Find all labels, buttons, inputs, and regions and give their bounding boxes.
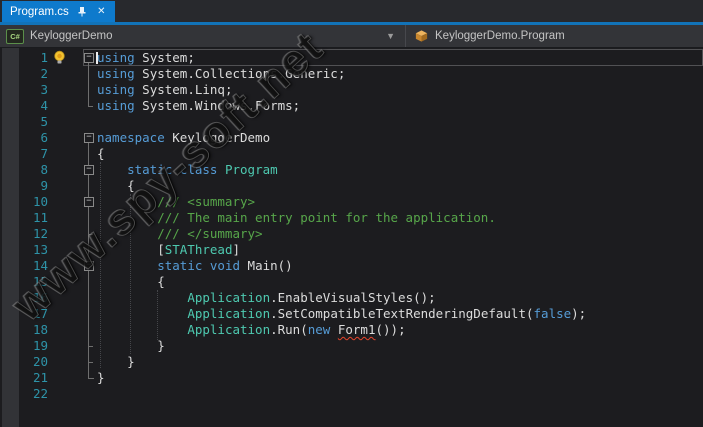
line-number: 18 (0, 322, 48, 338)
code-text: { (97, 178, 135, 194)
code-line[interactable]: 9 { (0, 178, 703, 194)
project-dropdown[interactable]: C# KeyloggerDemo ▼ (0, 25, 406, 47)
code-line[interactable]: 16 Application.EnableVisualStyles(); (0, 290, 703, 306)
editor[interactable]: 1 using System; 2 using System.Collections.… (0, 48, 703, 427)
tab-program-cs[interactable]: Program.cs ✕ (2, 1, 115, 22)
outline-line (88, 62, 89, 106)
tab-strip: Program.cs ✕ (0, 0, 703, 22)
text-caret (96, 52, 98, 64)
code-text: using System.Windows.Forms; (97, 98, 300, 114)
line-number: 9 (0, 178, 48, 194)
code-text: } (97, 354, 135, 370)
line-number: 15 (0, 274, 48, 290)
code-text: /// <summary> (97, 194, 255, 210)
vs-editor-window: Program.cs ✕ C# KeyloggerDemo ▼ (0, 0, 703, 427)
code-text: namespace KeyloggerDemo (97, 130, 270, 146)
line-number: 14 (0, 258, 48, 274)
code-text: static void Main() (97, 258, 293, 274)
outline-bend (88, 234, 93, 235)
line-number: 5 (0, 114, 48, 130)
code-text: /// </summary> (97, 226, 263, 242)
code-line[interactable]: 12 /// </summary> (0, 226, 703, 242)
chevron-down-icon[interactable]: ▼ (386, 31, 395, 41)
line-number: 19 (0, 338, 48, 354)
code-text: using System; (97, 50, 195, 66)
code-line[interactable]: 5 (0, 114, 703, 130)
code-text: using System.Linq; (97, 82, 232, 98)
collapse-toggle[interactable]: − (84, 53, 94, 63)
csharp-project-icon: C# (6, 29, 24, 44)
code-text: /// The main entry point for the applica… (97, 210, 496, 226)
code-rows: 1 using System; 2 using System.Collections.… (0, 50, 703, 402)
lightbulb-icon[interactable] (52, 50, 67, 70)
code-line[interactable]: 6 namespace KeyloggerDemo (0, 130, 703, 146)
line-number: 20 (0, 354, 48, 370)
line-number: 22 (0, 386, 48, 402)
line-number: 12 (0, 226, 48, 242)
code-text: using System.Collections.Generic; (97, 66, 345, 82)
member-dropdown-label: KeyloggerDemo.Program (435, 30, 565, 42)
close-icon[interactable]: ✕ (96, 6, 107, 17)
outline-bend (88, 362, 93, 363)
line-number: 11 (0, 210, 48, 226)
collapse-toggle[interactable]: − (84, 133, 94, 143)
code-text: { (97, 146, 105, 162)
code-text: Application.EnableVisualStyles(); (97, 290, 436, 306)
code-line[interactable]: 2 using System.Collections.Generic; (0, 66, 703, 82)
code-line[interactable]: 1 using System; (0, 50, 703, 66)
navigation-bar: C# KeyloggerDemo ▼ KeyloggerDemo.Program (0, 25, 703, 48)
code-line[interactable]: 4 using System.Windows.Forms; (0, 98, 703, 114)
code-text: } (97, 370, 105, 386)
line-number: 3 (0, 82, 48, 98)
code-line[interactable]: 17 Application.SetCompatibleTextRenderin… (0, 306, 703, 322)
code-line[interactable]: 13 [STAThread] (0, 242, 703, 258)
line-number: 10 (0, 194, 48, 210)
code-line[interactable]: 8 static class Program (0, 162, 703, 178)
project-dropdown-label: KeyloggerDemo (30, 30, 112, 42)
code-line[interactable]: 3 using System.Linq; (0, 82, 703, 98)
code-line[interactable]: 18 Application.Run(new Form1()); (0, 322, 703, 338)
class-icon (414, 29, 429, 44)
line-number: 1 (0, 50, 48, 66)
code-text: [STAThread] (97, 242, 240, 258)
line-number: 7 (0, 146, 48, 162)
line-number: 4 (0, 98, 48, 114)
collapse-toggle[interactable]: − (84, 197, 94, 207)
code-line[interactable]: 14 static void Main() (0, 258, 703, 274)
code-line[interactable]: 20 } (0, 354, 703, 370)
line-number: 16 (0, 290, 48, 306)
code-line[interactable]: 15 { (0, 274, 703, 290)
line-number: 2 (0, 66, 48, 82)
line-number: 6 (0, 130, 48, 146)
line-number: 13 (0, 242, 48, 258)
line-number: 17 (0, 306, 48, 322)
pin-icon[interactable] (77, 6, 88, 17)
code-line[interactable]: 10 /// <summary> (0, 194, 703, 210)
indent-guide (130, 194, 131, 354)
tab-title: Program.cs (10, 6, 69, 18)
member-dropdown[interactable]: KeyloggerDemo.Program (406, 25, 703, 47)
code-text: Application.SetCompatibleTextRenderingDe… (97, 306, 586, 322)
code-text: static class Program (97, 162, 278, 178)
indent-guide (157, 290, 158, 340)
code-text: Application.Run(new Form1()); (97, 322, 406, 338)
code-line[interactable]: 7{ (0, 146, 703, 162)
code-line[interactable]: 11 /// The main entry point for the appl… (0, 210, 703, 226)
collapse-toggle[interactable]: − (84, 261, 94, 271)
line-number: 8 (0, 162, 48, 178)
line-number: 21 (0, 370, 48, 386)
outline-bend (88, 106, 93, 107)
indent-guide (100, 162, 101, 368)
code-line[interactable]: 21} (0, 370, 703, 386)
collapse-toggle[interactable]: − (84, 165, 94, 175)
outline-bend (88, 346, 93, 347)
code-line[interactable]: 19 } (0, 338, 703, 354)
code-line[interactable]: 22 (0, 386, 703, 402)
outline-bend (88, 378, 94, 379)
